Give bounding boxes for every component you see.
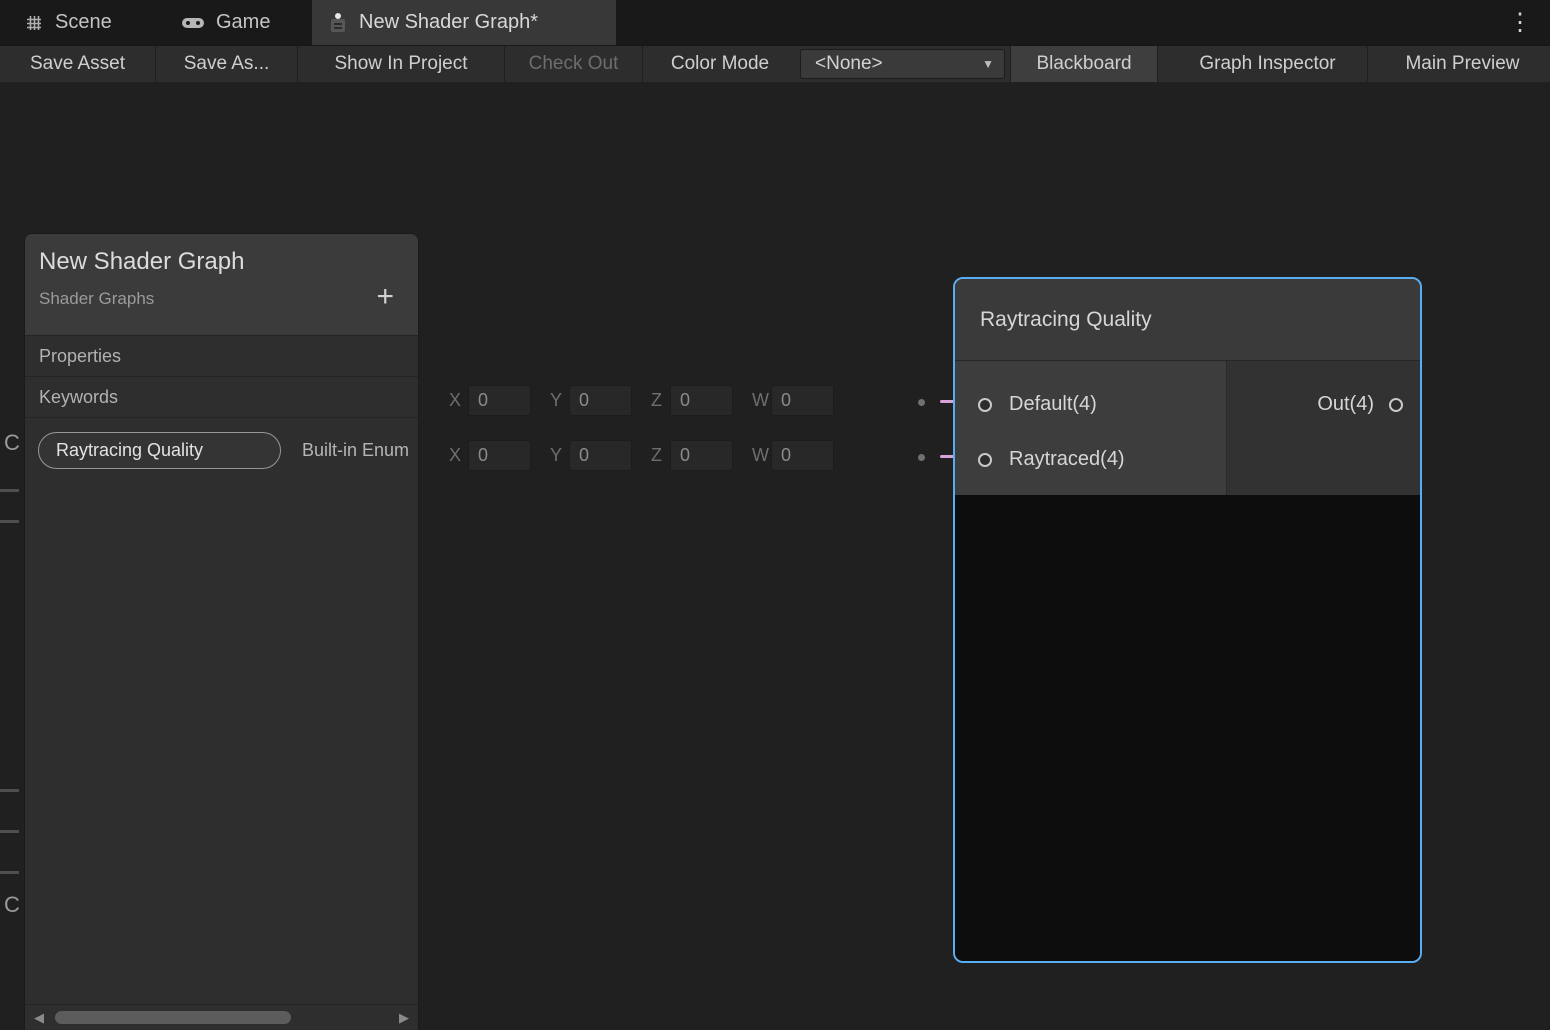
blackboard-section-keywords[interactable]: Keywords xyxy=(25,376,418,417)
tab-shader-graph-label: New Shader Graph* xyxy=(359,11,538,34)
blackboard-toggle-button[interactable]: Blackboard xyxy=(1010,46,1158,82)
main-preview-toggle-button[interactable]: Main Preview xyxy=(1375,46,1550,82)
blackboard-title: New Shader Graph xyxy=(39,248,404,276)
graph-inspector-toggle-button[interactable]: Graph Inspector xyxy=(1168,46,1368,82)
tab-scene-label: Scene xyxy=(55,11,112,34)
color-mode-dropdown[interactable]: <None> ▼ xyxy=(800,49,1005,79)
save-asset-button[interactable]: Save Asset xyxy=(0,46,156,82)
x-field-label: X xyxy=(443,445,468,466)
blackboard-subtitle: Shader Graphs xyxy=(39,289,404,309)
input-port-label: Default(4) xyxy=(1009,393,1097,416)
z-field-label: Z xyxy=(645,445,670,466)
tab-scene[interactable]: Scene xyxy=(8,0,158,45)
blackboard-content: Raytracing Quality Built-in Enum xyxy=(25,417,418,1030)
w-value-field[interactable]: 0 xyxy=(771,440,834,471)
node-preview-area xyxy=(955,495,1420,961)
collapsed-port-dot[interactable] xyxy=(918,399,925,406)
input-port-default: Default(4) xyxy=(955,377,1226,432)
clipped-node-divider xyxy=(0,489,19,492)
save-as-button[interactable]: Save As... xyxy=(156,46,298,82)
gamepad-icon xyxy=(181,15,205,31)
tab-shader-graph[interactable]: New Shader Graph* xyxy=(312,0,616,45)
property-pill-raytracing-quality[interactable]: Raytracing Quality xyxy=(38,432,281,469)
x-value-field[interactable]: 0 xyxy=(468,385,531,416)
blackboard-panel: New Shader Graph Shader Graphs + Propert… xyxy=(24,233,419,1030)
node-port-section: Default(4) Raytraced(4) Out(4) xyxy=(955,361,1420,495)
node-title[interactable]: Raytracing Quality xyxy=(955,279,1420,361)
clipped-node-divider xyxy=(0,789,19,792)
x-value-field[interactable]: 0 xyxy=(468,440,531,471)
y-field-label: Y xyxy=(544,445,569,466)
node-input-ports: Default(4) Raytraced(4) xyxy=(955,361,1227,495)
vector4-field-row: X0 Y0 Z0 W0 xyxy=(443,439,847,472)
scroll-right-icon[interactable]: ▶ xyxy=(399,1010,409,1026)
z-field-label: Z xyxy=(645,390,670,411)
node-output-ports: Out(4) xyxy=(1227,361,1420,495)
input-port-circle[interactable] xyxy=(978,398,992,412)
output-port-out: Out(4) xyxy=(1317,377,1403,432)
y-field-label: Y xyxy=(544,390,569,411)
z-value-field[interactable]: 0 xyxy=(670,440,733,471)
blackboard-section-properties[interactable]: Properties xyxy=(25,335,418,376)
add-property-button[interactable]: + xyxy=(376,282,394,312)
output-port-circle[interactable] xyxy=(1389,398,1403,412)
x-field-label: X xyxy=(443,390,468,411)
clipped-node-label: C xyxy=(4,892,20,918)
output-port-label: Out(4) xyxy=(1317,393,1374,416)
color-mode-label: Color Mode xyxy=(645,46,795,82)
property-type-label: Built-in Enum xyxy=(302,440,418,461)
tab-bar: Scene Game New Shader Graph* ⋮ xyxy=(0,0,1550,45)
clipped-node-divider xyxy=(0,830,19,833)
w-value-field[interactable]: 0 xyxy=(771,385,834,416)
tab-game-label: Game xyxy=(216,11,270,34)
collapsed-port-dot[interactable] xyxy=(918,454,925,461)
clipped-node-divider xyxy=(0,520,19,523)
input-port-label: Raytraced(4) xyxy=(1009,448,1125,471)
check-out-button: Check Out xyxy=(505,46,643,82)
y-value-field[interactable]: 0 xyxy=(569,440,632,471)
clipped-node-label: C xyxy=(4,430,20,456)
kebab-menu-icon[interactable]: ⋮ xyxy=(1498,0,1542,45)
tab-game[interactable]: Game xyxy=(165,0,300,45)
y-value-field[interactable]: 0 xyxy=(569,385,632,416)
shader-graph-toolbar: Save Asset Save As... Show In Project Ch… xyxy=(0,45,1550,82)
blackboard-header[interactable]: New Shader Graph Shader Graphs + xyxy=(25,234,418,335)
raytracing-quality-node[interactable]: Raytracing Quality Default(4) Raytraced(… xyxy=(953,277,1422,963)
scroll-left-icon[interactable]: ◀ xyxy=(34,1010,44,1026)
input-port-circle[interactable] xyxy=(978,453,992,467)
scrollbar-thumb[interactable] xyxy=(55,1011,291,1024)
w-field-label: W xyxy=(746,445,771,466)
clipped-node-divider xyxy=(0,871,19,874)
chevron-down-icon: ▼ xyxy=(982,57,994,71)
input-port-raytraced: Raytraced(4) xyxy=(955,432,1226,487)
shader-graph-asset-icon xyxy=(328,12,348,34)
show-in-project-button[interactable]: Show In Project xyxy=(298,46,505,82)
color-mode-value: <None> xyxy=(815,53,883,75)
w-field-label: W xyxy=(746,390,771,411)
blackboard-horizontal-scrollbar: ◀ ▶ xyxy=(25,1004,418,1030)
scene-grid-icon xyxy=(24,13,44,33)
vector4-field-row: X0 Y0 Z0 W0 xyxy=(443,384,847,417)
z-value-field[interactable]: 0 xyxy=(670,385,733,416)
